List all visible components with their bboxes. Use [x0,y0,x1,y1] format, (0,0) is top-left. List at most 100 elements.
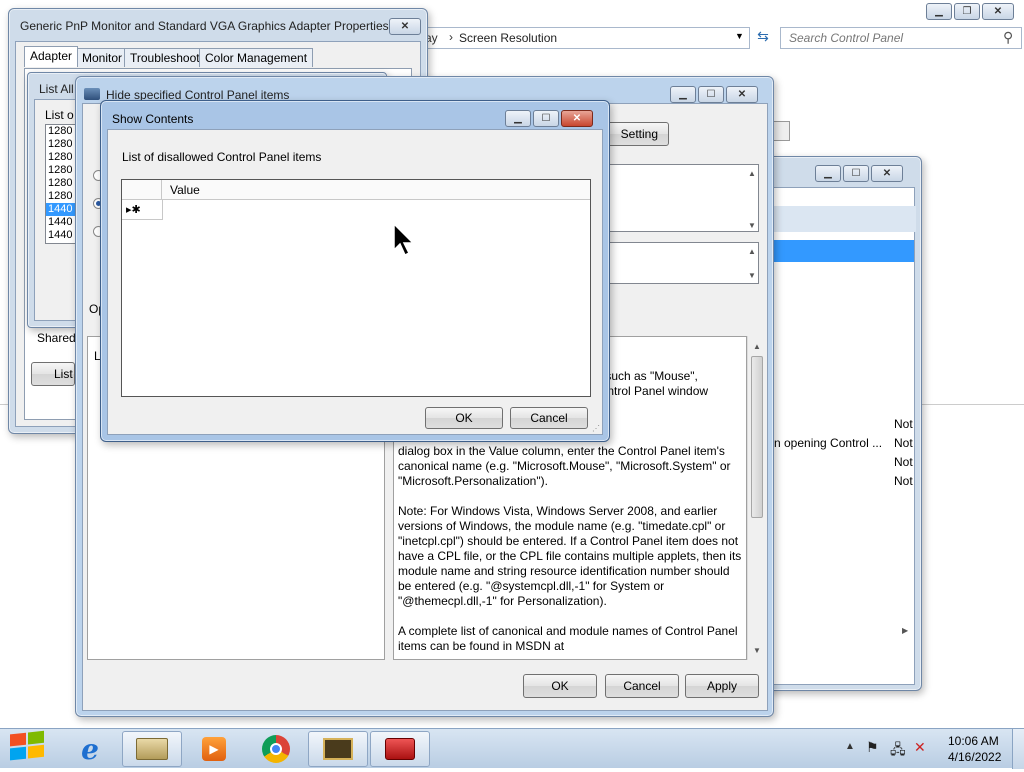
next-setting-button[interactable]: Setting [603,122,669,146]
clock-date[interactable]: 4/16/2022 [948,750,1001,764]
help-line: "@themecpl.dll,-1" for Personalization). [398,594,607,608]
internet-explorer-icon[interactable]: e [60,731,120,767]
help-line: "Microsoft.Personalization"). [398,474,548,488]
search-box[interactable]: Search Control Panel ⚲ [780,27,1022,49]
minimize-button[interactable]: ▁ [926,3,952,20]
action-center-flag-icon[interactable]: ⚑ [866,739,879,756]
adapter-tabs: Adapter Monitor Troubleshoot Color Manag… [24,46,414,70]
taskbar: e ▶ ▲ ⚑ 🖧 ✕ 10:06 AM 4/16/2022 [0,728,1024,769]
help-text-3: Note: For Windows Vista, Windows Server … [398,504,741,609]
cancel-button[interactable]: Cancel [510,407,588,429]
new-row[interactable]: ▸✱ [122,200,590,220]
cancel-button[interactable]: Cancel [605,674,679,698]
show-desktop-button[interactable] [1012,729,1024,769]
minimize-button[interactable]: ▁ [670,86,696,103]
display-settings-icon[interactable] [308,731,368,767]
show-contents-client: List of disallowed Control Panel items V… [107,129,603,435]
scroll-down-icon[interactable]: ▼ [748,221,756,230]
toolbox-icon[interactable] [370,731,430,767]
tab-adapter[interactable]: Adapter [24,46,79,67]
maximize-button[interactable]: ☐ [698,86,724,103]
media-player-icon[interactable]: ▶ [184,731,244,767]
scroll-down-icon[interactable]: ▼ [753,646,761,655]
group-policy-window: ▁ ☐ ✕ n opening Control ... Not Not Not … [760,156,922,691]
ok-button[interactable]: OK [425,407,503,429]
mouse-cursor-icon [393,222,415,257]
scroll-up-icon[interactable]: ▲ [748,169,756,178]
help-line: versions of Windows, the module name (e.… [398,519,726,533]
network-icon[interactable]: 🖧 [890,739,906,763]
show-contents-title: Show Contents [112,112,194,126]
gp-status-4: Not [894,474,913,488]
gp-toolbar [768,206,916,232]
tab-color-management[interactable]: Color Management [199,48,314,67]
close-button[interactable]: ✕ [561,110,593,127]
tab-monitor[interactable]: Monitor [76,48,129,67]
help-line: A complete list of canonical and module … [398,624,738,638]
gp-row-text[interactable]: n opening Control ... [774,436,882,450]
chrome-icon[interactable] [246,731,306,767]
address-breadcrumb-current[interactable]: Screen Resolution [459,31,557,45]
help-scrollbar[interactable]: ▲ ▼ [747,336,765,660]
gp-status-1: Not [894,417,913,431]
scroll-up-icon[interactable]: ▲ [748,247,756,256]
maximize-button[interactable]: ☐ [533,110,559,127]
disallowed-items-label: List of disallowed Control Panel items [122,150,322,164]
control-panel-behind-button[interactable] [774,121,790,141]
gp-selected-header [768,240,914,262]
help-text-4: A complete list of canonical and module … [398,624,738,654]
address-bar[interactable]: ay › Screen Resolution ▼ [418,27,750,49]
start-orb[interactable] [4,729,54,769]
list-of-modes-label: List o [45,108,74,122]
hide-items-caption-buttons: ▁ ☐ ✕ [670,86,758,103]
tab-troubleshoot[interactable]: Troubleshoot [124,48,206,67]
separator-line [0,404,8,405]
scrollbar-thumb[interactable] [751,356,763,518]
clock-time[interactable]: 10:06 AM [948,734,999,748]
close-button[interactable]: ✕ [389,18,421,35]
gp-caption-buttons: ▁ ☐ ✕ [815,165,903,182]
help-line: be entered (e.g. "@systemcpl.dll,-1" for… [398,579,665,593]
address-arrow-icon: › [449,30,453,44]
value-input-cell[interactable] [162,200,590,220]
help-line: "inetcpl.cpl") should be entered. If a C… [398,534,739,548]
gp-hscroll-arrow[interactable]: ▶ [902,626,908,635]
maximize-button[interactable]: ☐ [843,165,869,182]
list-all-modes-title: List All [39,82,74,96]
separator-line [920,404,1024,405]
minimize-button[interactable]: ▁ [815,165,841,182]
shared-memory-label: Shared [37,331,76,345]
help-line: items can be found in MSDN at [398,639,565,653]
help-line: have a CPL file, or the CPL file contain… [398,549,742,563]
search-icon[interactable]: ⚲ [1003,29,1013,46]
group-policy-icon[interactable] [122,731,182,767]
help-line: dialog box in the Value column, enter th… [398,444,725,458]
help-line: Note: For Windows Vista, Windows Server … [398,504,718,518]
resize-grip-icon[interactable]: ⋰ [592,424,600,433]
close-button[interactable]: ✕ [871,165,903,182]
close-button[interactable]: ✕ [726,86,758,103]
control-panel-caption-buttons: ▁ ❐ ✕ [926,3,1014,20]
value-column-header[interactable]: Value [170,183,200,197]
ok-button[interactable]: OK [523,674,597,698]
show-contents-caption-buttons: ▁ ☐ ✕ [505,110,593,127]
volume-muted-icon[interactable]: ✕ [914,739,926,756]
address-dropdown-icon[interactable]: ▼ [735,31,744,41]
values-grid[interactable]: Value ▸✱ [121,179,591,397]
scroll-up-icon[interactable]: ▲ [753,342,761,351]
search-placeholder: Search Control Panel [789,31,904,45]
apply-button[interactable]: Apply [685,674,759,698]
show-hidden-icons[interactable]: ▲ [845,741,855,752]
refresh-icon[interactable]: ⇆ [752,28,774,48]
restore-button[interactable]: ❐ [954,3,980,20]
close-button[interactable]: ✕ [982,3,1014,20]
gp-status-3: Not [894,455,913,469]
list-all-modes-button[interactable]: List [31,362,75,386]
scroll-down-icon[interactable]: ▼ [748,271,756,280]
new-row-marker: ▸✱ [126,204,141,216]
minimize-button[interactable]: ▁ [505,110,531,127]
policy-icon [84,88,100,100]
grid-corner-cell [122,180,162,200]
show-contents-window: Show Contents ▁ ☐ ✕ List of disallowed C… [100,100,610,442]
gp-client: n opening Control ... Not Not Not Not ▶ [767,187,916,685]
